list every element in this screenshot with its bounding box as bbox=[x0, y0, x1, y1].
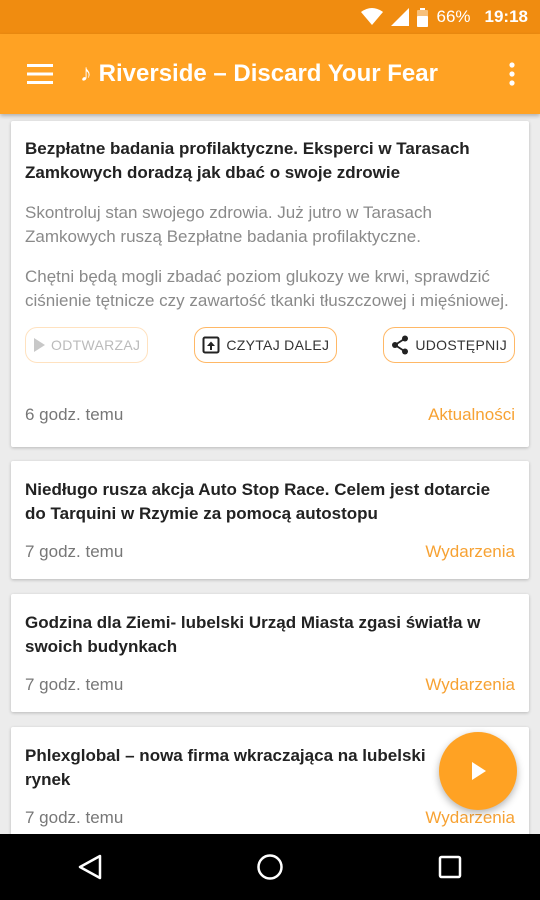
excerpt-paragraph: Skontroluj stan swojego zdrowia. Już jut… bbox=[25, 203, 432, 246]
recents-button[interactable] bbox=[420, 837, 480, 897]
share-button[interactable]: UDOSTĘPNIJ bbox=[383, 327, 515, 363]
article-meta: 7 godz. temu Wydarzenia bbox=[25, 675, 515, 695]
app-bar: ♪ Riverside – Discard Your Fear bbox=[0, 34, 540, 114]
wifi-icon bbox=[361, 8, 384, 25]
article-time: 7 godz. temu bbox=[25, 675, 124, 694]
cellular-signal-icon bbox=[391, 8, 410, 26]
article-meta: 7 godz. temu Wydarzenia bbox=[25, 808, 515, 828]
share-label: UDOSTĘPNIJ bbox=[415, 337, 507, 353]
play-button[interactable]: ODTWARZAJ bbox=[25, 327, 149, 363]
share-icon bbox=[392, 335, 409, 355]
article-card[interactable]: Niedługo rusza akcja Auto Stop Race. Cel… bbox=[11, 461, 529, 579]
open-in-new-icon bbox=[202, 336, 220, 354]
excerpt-paragraph: Chętni będą mogli zbadać poziom glukozy … bbox=[25, 267, 509, 310]
status-bar: 66% 19:18 bbox=[0, 0, 540, 34]
article-category[interactable]: Wydarzenia bbox=[425, 808, 515, 828]
article-time: 7 godz. temu bbox=[25, 542, 124, 561]
hamburger-menu-icon bbox=[27, 64, 53, 84]
article-title[interactable]: Niedługo rusza akcja Auto Stop Race. Cel… bbox=[25, 478, 515, 526]
article-actions: ODTWARZAJ CZYTAJ DALEJ UDOSTĘPNIJ bbox=[25, 327, 515, 363]
menu-button[interactable] bbox=[0, 34, 80, 114]
play-icon bbox=[472, 762, 486, 780]
home-circle-icon bbox=[257, 854, 283, 880]
article-card[interactable]: Godzina dla Ziemi- lubelski Urząd Miasta… bbox=[11, 594, 529, 712]
back-triangle-icon bbox=[78, 854, 102, 880]
more-vert-icon bbox=[509, 62, 515, 86]
play-icon bbox=[34, 338, 45, 352]
home-button[interactable] bbox=[240, 837, 300, 897]
article-meta: 7 godz. temu Wydarzenia bbox=[25, 542, 515, 562]
read-more-button[interactable]: CZYTAJ DALEJ bbox=[194, 327, 338, 363]
article-card[interactable]: Bezpłatne badania profilaktyczne. Eksper… bbox=[11, 121, 529, 447]
article-meta: 6 godz. temu Aktualności bbox=[25, 405, 515, 425]
play-fab-button[interactable] bbox=[439, 732, 517, 810]
battery-percent: 66% bbox=[436, 7, 471, 26]
article-excerpt: Skontroluj stan swojego zdrowia. Już jut… bbox=[25, 201, 515, 313]
article-time: 6 godz. temu bbox=[25, 405, 124, 424]
read-more-label: CZYTAJ DALEJ bbox=[226, 337, 330, 353]
article-list[interactable]: Bezpłatne badania profilaktyczne. Eksper… bbox=[0, 114, 540, 834]
article-category[interactable]: Wydarzenia bbox=[425, 675, 515, 695]
article-title[interactable]: Bezpłatne badania profilaktyczne. Eksper… bbox=[25, 137, 515, 185]
play-button-label: ODTWARZAJ bbox=[51, 337, 141, 353]
battery-icon bbox=[417, 7, 429, 27]
recents-square-icon bbox=[438, 855, 462, 879]
app-title: ♪ Riverside – Discard Your Fear bbox=[80, 60, 438, 87]
article-time: 7 godz. temu bbox=[25, 808, 124, 827]
system-nav-bar bbox=[0, 834, 540, 900]
article-category[interactable]: Aktualności bbox=[428, 405, 515, 425]
overflow-menu-button[interactable] bbox=[484, 34, 540, 114]
back-button[interactable] bbox=[60, 837, 120, 897]
clock: 19:18 bbox=[484, 7, 528, 26]
article-title[interactable]: Godzina dla Ziemi- lubelski Urząd Miasta… bbox=[25, 611, 515, 659]
article-category[interactable]: Wydarzenia bbox=[425, 542, 515, 562]
